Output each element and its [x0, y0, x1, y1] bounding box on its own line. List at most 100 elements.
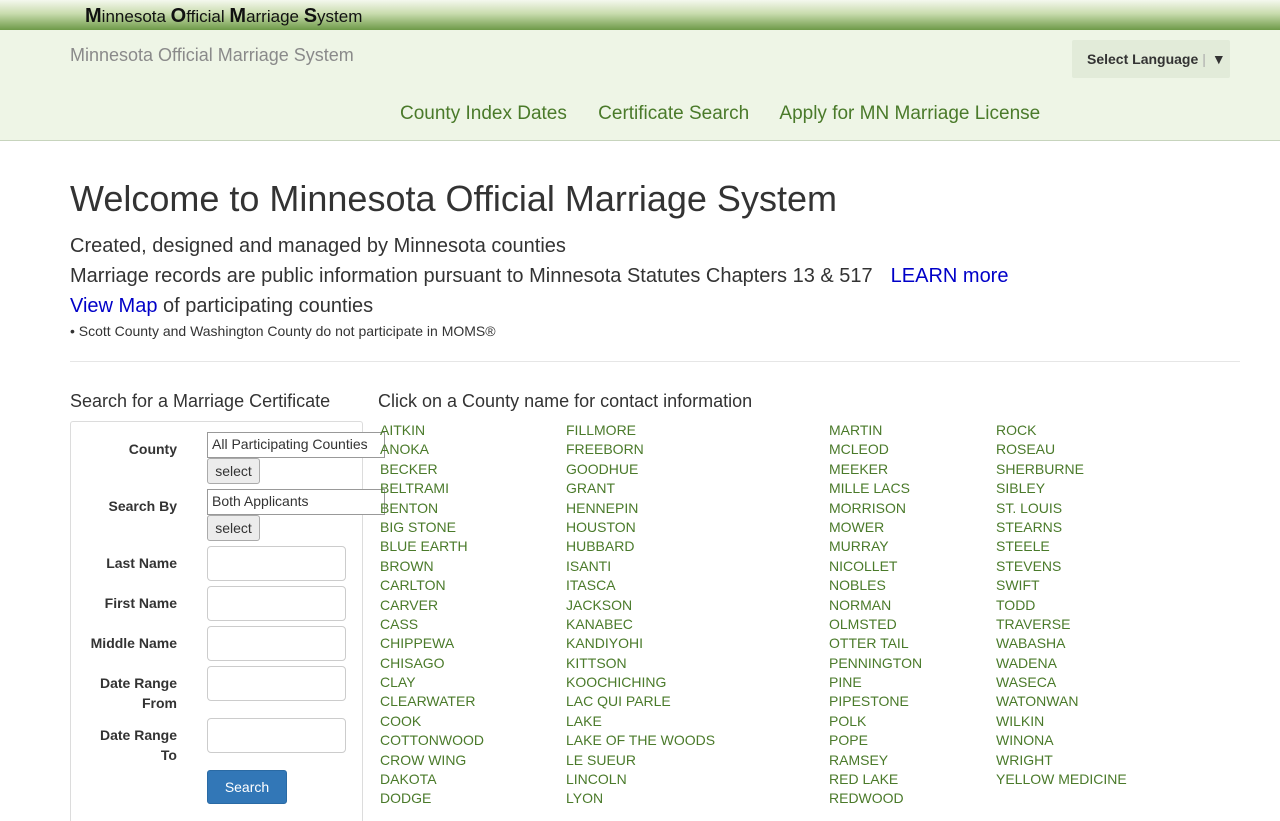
county-link[interactable]: ANOKA [380, 440, 484, 459]
county-link[interactable]: CHISAGO [380, 654, 484, 673]
county-link[interactable]: ROSEAU [996, 440, 1127, 459]
county-link[interactable]: STEARNS [996, 518, 1127, 537]
view-map-link[interactable]: View Map [70, 295, 157, 317]
view-map-suffix: of participating counties [157, 295, 374, 317]
county-link[interactable]: MILLE LACS [829, 479, 922, 498]
county-link[interactable]: LINCOLN [566, 770, 715, 789]
nav-certificate-search[interactable]: Certificate Search [598, 103, 749, 124]
county-link[interactable]: WASECA [996, 673, 1127, 692]
county-link[interactable]: MCLEOD [829, 440, 922, 459]
county-link[interactable]: LAKE [566, 712, 715, 731]
county-link[interactable]: LAKE OF THE WOODS [566, 731, 715, 750]
county-link[interactable]: TODD [996, 596, 1127, 615]
county-link[interactable]: STEVENS [996, 557, 1127, 576]
nav-apply-license[interactable]: Apply for MN Marriage License [779, 103, 1040, 124]
search-by-select-button[interactable]: select [207, 515, 260, 541]
county-link[interactable]: TRAVERSE [996, 615, 1127, 634]
learn-more-link[interactable]: LEARN more [891, 265, 1009, 287]
county-link[interactable]: MORRISON [829, 499, 922, 518]
county-link[interactable]: JACKSON [566, 596, 715, 615]
county-link[interactable]: AITKIN [380, 421, 484, 440]
county-link[interactable]: BENTON [380, 499, 484, 518]
title-initial: O [170, 5, 187, 27]
county-link[interactable]: SHERBURNE [996, 460, 1127, 479]
county-link[interactable]: CLEARWATER [380, 692, 484, 711]
county-link[interactable]: STEELE [996, 537, 1127, 556]
header: Minnesota Official Marriage System Selec… [0, 30, 1280, 141]
county-link[interactable]: LE SUEUR [566, 751, 715, 770]
county-link[interactable]: COOK [380, 712, 484, 731]
county-link[interactable]: KITTSON [566, 654, 715, 673]
county-link[interactable]: RED LAKE [829, 770, 922, 789]
county-link[interactable]: YELLOW MEDICINE [996, 770, 1127, 789]
county-link[interactable]: HENNEPIN [566, 499, 715, 518]
county-link[interactable]: GRANT [566, 479, 715, 498]
select-language-button[interactable]: Select Language | ▼ [1072, 40, 1230, 78]
date-to-input[interactable] [207, 718, 346, 753]
county-link[interactable]: SWIFT [996, 576, 1127, 595]
county-link[interactable]: ITASCA [566, 576, 715, 595]
county-link[interactable]: CLAY [380, 673, 484, 692]
search-by-select[interactable]: Both Applicants [207, 489, 385, 515]
county-link[interactable]: WADENA [996, 654, 1127, 673]
county-link[interactable]: WABASHA [996, 634, 1127, 653]
county-link[interactable]: MARTIN [829, 421, 922, 440]
search-button[interactable]: Search [207, 770, 287, 804]
site-logo[interactable]: Minnesota Official Marriage System [70, 45, 354, 66]
county-link[interactable]: REDWOOD [829, 789, 922, 808]
last-name-input[interactable] [207, 546, 346, 581]
county-link[interactable]: CHIPPEWA [380, 634, 484, 653]
county-link[interactable]: BLUE EARTH [380, 537, 484, 556]
county-link[interactable]: MOWER [829, 518, 922, 537]
county-link[interactable]: KANDIYOHI [566, 634, 715, 653]
county-link[interactable]: MURRAY [829, 537, 922, 556]
date-from-input[interactable] [207, 666, 346, 701]
county-link[interactable]: FREEBORN [566, 440, 715, 459]
county-link[interactable]: NICOLLET [829, 557, 922, 576]
county-link[interactable]: CASS [380, 615, 484, 634]
county-link[interactable]: HOUSTON [566, 518, 715, 537]
middle-name-input[interactable] [207, 626, 346, 661]
county-link[interactable]: COTTONWOOD [380, 731, 484, 750]
county-link[interactable]: POLK [829, 712, 922, 731]
county-link[interactable]: BELTRAMI [380, 479, 484, 498]
county-link[interactable]: DODGE [380, 789, 484, 808]
first-name-input[interactable] [207, 586, 346, 621]
county-link[interactable]: CARLTON [380, 576, 484, 595]
county-link[interactable]: WRIGHT [996, 751, 1127, 770]
county-link[interactable]: GOODHUE [566, 460, 715, 479]
county-link[interactable]: ROCK [996, 421, 1127, 440]
county-link[interactable]: FILLMORE [566, 421, 715, 440]
county-link[interactable]: WATONWAN [996, 692, 1127, 711]
county-link[interactable]: WINONA [996, 731, 1127, 750]
county-select-button[interactable]: select [207, 458, 260, 484]
county-link[interactable]: POPE [829, 731, 922, 750]
county-link[interactable]: PENNINGTON [829, 654, 922, 673]
county-link[interactable]: BECKER [380, 460, 484, 479]
county-link[interactable]: OLMSTED [829, 615, 922, 634]
county-link[interactable]: BIG STONE [380, 518, 484, 537]
county-link[interactable]: NOBLES [829, 576, 922, 595]
county-link[interactable]: PIPESTONE [829, 692, 922, 711]
county-link[interactable]: DAKOTA [380, 770, 484, 789]
county-link[interactable]: LAC QUI PARLE [566, 692, 715, 711]
county-link[interactable]: CARVER [380, 596, 484, 615]
county-link[interactable]: CROW WING [380, 751, 484, 770]
county-link[interactable]: SIBLEY [996, 479, 1127, 498]
county-link[interactable]: OTTER TAIL [829, 634, 922, 653]
divider [70, 361, 1240, 362]
county-link[interactable]: RAMSEY [829, 751, 922, 770]
county-link[interactable]: KANABEC [566, 615, 715, 634]
county-link[interactable]: ST. LOUIS [996, 499, 1127, 518]
county-link[interactable]: HUBBARD [566, 537, 715, 556]
county-link[interactable]: KOOCHICHING [566, 673, 715, 692]
county-link[interactable]: NORMAN [829, 596, 922, 615]
county-link[interactable]: ISANTI [566, 557, 715, 576]
county-link[interactable]: PINE [829, 673, 922, 692]
county-link[interactable]: MEEKER [829, 460, 922, 479]
county-select[interactable]: All Participating Counties [207, 432, 385, 458]
county-link[interactable]: WILKIN [996, 712, 1127, 731]
county-link[interactable]: BROWN [380, 557, 484, 576]
nav-county-index-dates[interactable]: County Index Dates [400, 103, 567, 124]
county-link[interactable]: LYON [566, 789, 715, 808]
